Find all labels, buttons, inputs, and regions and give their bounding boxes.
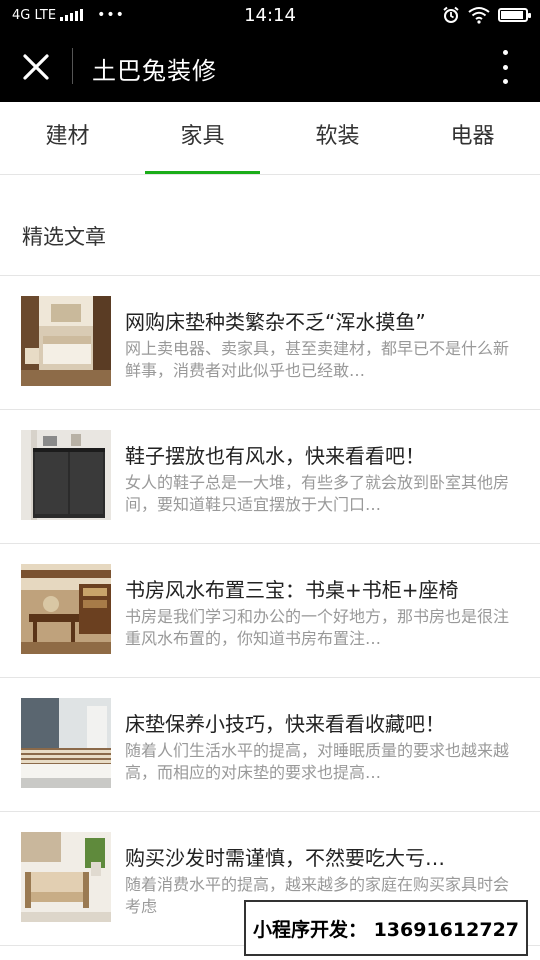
article-summary: 随着人们生活水平的提高，对睡眠质量的要求也越来越高，而相应的对床垫的要求也提高… [125,741,510,782]
section-header: 精选文章 [0,175,540,276]
section-title: 精选文章 [22,225,106,249]
status-right [442,6,531,24]
article-title: 鞋子摆放也有风水，快来看看吧！ [125,444,425,468]
title-divider [72,48,73,84]
list-item[interactable]: 床垫保养小技巧，快来看看收藏吧！ 随着人们生活水平的提高，对睡眠质量的要求也越来… [0,678,540,812]
category-tabs: 建材 家具 软装 电器 [0,102,540,175]
list-item[interactable]: 鞋子摆放也有风水，快来看看吧！ 女人的鞋子总是一大堆，有些多了就会放到卧室其他房… [0,410,540,544]
more-menu-button[interactable] [490,46,520,88]
list-item[interactable]: 网购床垫种类繁杂不乏“浑水摸鱼” 网上卖电器、卖家具，甚至卖建材，都早已不是什么… [0,276,540,410]
article-summary: 女人的鞋子总是一大堆，有些多了就会放到卧室其他房间，要知道鞋只适宜摆放于大门口… [125,473,510,514]
close-icon [23,54,49,80]
article-list: 网购床垫种类繁杂不乏“浑水摸鱼” 网上卖电器、卖家具，甚至卖建材，都早已不是什么… [0,276,540,946]
study-room-thumbnail [21,564,111,654]
article-summary: 书房是我们学习和办公的一个好地方，那书房也是很注重风水布置的，你知道书房布置注… [125,607,510,648]
article-title: 床垫保养小技巧，快来看看收藏吧！ [125,712,445,736]
battery-icon [498,8,531,22]
title-bar: 土巴兔装修 [0,32,540,102]
list-item[interactable]: 书房风水布置三宝：书桌+书柜+座椅 书房是我们学习和办公的一个好地方，那书房也是… [0,544,540,678]
bedroom-thumbnail [21,296,111,386]
tab-building-materials[interactable]: 建材 [0,102,135,174]
more-vertical-icon [502,50,508,55]
battery-level [501,11,523,19]
article-title: 网购床垫种类繁杂不乏“浑水摸鱼” [125,310,426,334]
mattress-thumbnail [21,698,111,788]
status-bar: 4G LTE ••• 14:14 [0,0,540,32]
wifi-icon [468,7,490,24]
article-title: 购买沙发时需谨慎，不然要吃大亏… [125,846,445,870]
article-title: 书房风水布置三宝：书桌+书柜+座椅 [125,578,459,602]
tab-appliances[interactable]: 电器 [405,102,540,174]
tab-furniture[interactable]: 家具 [135,102,270,174]
contact-watermark: 小程序开发： 13691612727 [244,900,528,956]
alarm-icon [443,6,459,23]
sofa-thumbnail [21,832,111,922]
page-title: 土巴兔装修 [92,57,217,85]
shoe-cabinet-thumbnail [21,430,111,520]
tab-soft-furnishing[interactable]: 软装 [270,102,405,174]
article-summary: 网上卖电器、卖家具，甚至卖建材，都早已不是什么新鲜事，消费者对此似乎也已经敢… [125,339,510,380]
close-button[interactable] [14,45,58,89]
